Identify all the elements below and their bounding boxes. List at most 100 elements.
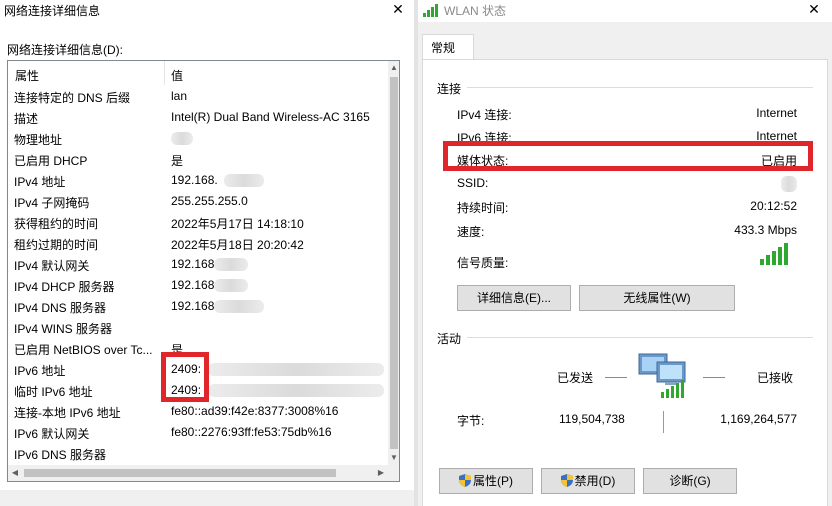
diagnose-button[interactable]: 诊断(G) [643, 468, 737, 494]
row-property: IPv6 默认网关 [14, 427, 90, 441]
details-list[interactable]: 属性 值 连接特定的 DNS 后缀 lan 描述 Intel(R) Dual Band… [7, 60, 400, 482]
left-titlebar: 网络连接详细信息 ✕ [0, 0, 414, 22]
horizontal-scrollbar[interactable]: ◀ ▶ [8, 465, 388, 481]
row-value: Intel(R) Dual Band Wireless-AC 3165 [171, 110, 370, 124]
duration-label: 持续时间: [457, 201, 509, 215]
bytes-separator [663, 411, 664, 433]
table-row[interactable]: 获得租约的时间 2022年5月17日 14:18:10 [8, 212, 388, 233]
row-value: fe80::ad39:f42e:8377:3008%16 [171, 404, 339, 418]
vertical-scrollbar[interactable]: ▲ ▼ [388, 61, 399, 465]
disable-button-label: 禁用(D) [574, 474, 616, 488]
row-value: fe80::2276:93ff:fe53:75db%16 [171, 425, 332, 439]
signal-quality-label: 信号质量: [457, 256, 509, 270]
table-row[interactable]: IPv6 默认网关 fe80::2276:93ff:fe53:75db%16 [8, 422, 388, 443]
details-button[interactable]: 详细信息(E)... [457, 285, 571, 311]
row-property: 租约过期的时间 [14, 238, 99, 252]
scroll-right-icon[interactable]: ▶ [374, 465, 388, 481]
table-row[interactable]: IPv4 DHCP 服务器 192.168 [8, 275, 388, 296]
shield-icon [560, 474, 573, 487]
column-header-property[interactable]: 属性 [15, 67, 39, 84]
network-computers-icon [638, 353, 686, 398]
row-value: 是 [171, 154, 184, 168]
row-property: 已启用 DHCP [14, 154, 88, 168]
list-header: 属性 值 [8, 61, 388, 85]
table-row[interactable]: IPv4 WINS 服务器 [8, 317, 388, 338]
general-panel: 连接 IPv4 连接: Internet IPv6 连接: Internet 媒… [422, 59, 828, 506]
row-property: 物理地址 [14, 133, 63, 147]
bytes-received-value: 1,169,264,577 [720, 412, 797, 426]
signal-strength-icon [760, 243, 788, 265]
details-list-label: 网络连接详细信息(D): [7, 43, 123, 57]
row-property: IPv6 地址 [14, 364, 66, 378]
table-row[interactable]: 连接特定的 DNS 后缀 lan [8, 86, 388, 107]
row-value: 192.168 [171, 299, 215, 313]
table-row[interactable]: 连接-本地 IPv6 地址 fe80::ad39:f42e:8377:3008%1… [8, 401, 388, 422]
wlan-status-body: 常规 连接 IPv4 连接: Internet IPv6 连接: Interne… [418, 22, 832, 506]
row-value: 192.168. [171, 173, 218, 187]
row-value: 192.168 [171, 278, 215, 292]
connection-group-title: 连接 [437, 82, 462, 96]
wireless-properties-button[interactable]: 无线属性(W) [579, 285, 735, 311]
close-icon[interactable]: ✕ [388, 0, 408, 20]
row-value: 255.255.255.0 [171, 194, 248, 208]
left-window-title: 网络连接详细信息 [4, 4, 101, 18]
table-row[interactable]: 租约过期的时间 2022年5月18日 20:20:42 [8, 233, 388, 254]
redacted-value [214, 300, 264, 313]
disable-button[interactable]: 禁用(D) [541, 468, 635, 494]
ssid-redacted [781, 176, 797, 192]
properties-button-label: 属性(P) [473, 474, 513, 488]
sent-dash [605, 377, 627, 378]
activity-group-title: 活动 [437, 332, 462, 346]
ipv6-highlight-box-right [443, 141, 813, 171]
ssid-label: SSID: [457, 176, 489, 190]
vertical-scroll-thumb[interactable] [390, 77, 398, 449]
row-value: 2022年5月17日 14:18:10 [171, 217, 304, 231]
received-label: 已接收 [757, 371, 794, 385]
redacted-value [171, 132, 193, 145]
redacted-value [214, 258, 248, 271]
row-property: IPv4 子网掩码 [14, 196, 90, 210]
redacted-value [224, 174, 264, 187]
column-divider[interactable] [164, 61, 165, 85]
wlan-status-window: WLAN 状态 ✕ 常规 连接 IPv4 连接: Internet IPv6 连… [418, 0, 832, 506]
table-row[interactable]: 物理地址 [8, 128, 388, 149]
horizontal-scroll-thumb[interactable] [24, 469, 336, 477]
redacted-value [208, 363, 384, 376]
row-property: 临时 IPv6 地址 [14, 385, 93, 399]
connection-group-line [467, 87, 813, 88]
row-property: 已启用 NetBIOS over Tc... [14, 343, 153, 357]
table-row[interactable]: IPv6 DNS 服务器 [8, 443, 388, 464]
duration-value: 20:12:52 [750, 199, 797, 213]
speed-label: 速度: [457, 225, 485, 239]
row-property: IPv4 默认网关 [14, 259, 90, 273]
details-rows: 连接特定的 DNS 后缀 lan 描述 Intel(R) Dual Band Wire… [8, 86, 388, 464]
received-dash [703, 377, 725, 378]
right-titlebar: WLAN 状态 ✕ [418, 0, 832, 22]
shield-icon [459, 474, 471, 487]
network-details-window: 网络连接详细信息 ✕ 网络连接详细信息(D): 属性 值 连接特定的 DNS 后… [0, 0, 414, 506]
row-property: IPv4 地址 [14, 175, 66, 189]
tab-general[interactable]: 常规 [422, 34, 474, 60]
table-row[interactable]: IPv4 DNS 服务器 192.168 [8, 296, 388, 317]
table-row[interactable]: 已启用 DHCP 是 [8, 149, 388, 170]
left-window-footer [0, 490, 414, 506]
row-property: 描述 [14, 112, 39, 126]
wifi-signal-icon [423, 4, 438, 17]
scroll-left-icon[interactable]: ◀ [8, 465, 22, 481]
scroll-down-icon[interactable]: ▼ [388, 451, 399, 465]
table-row[interactable]: IPv4 默认网关 192.168 [8, 254, 388, 275]
table-row[interactable]: 描述 Intel(R) Dual Band Wireless-AC 3165 [8, 107, 388, 128]
scroll-up-icon[interactable]: ▲ [388, 61, 399, 75]
table-row[interactable]: IPv4 子网掩码 255.255.255.0 [8, 191, 388, 212]
scroll-corner [388, 465, 399, 481]
redacted-value [214, 279, 248, 292]
sent-label: 已发送 [557, 371, 594, 385]
properties-button[interactable]: 属性(P) [439, 468, 533, 494]
table-row[interactable]: IPv4 地址 192.168. [8, 170, 388, 191]
redacted-value [208, 384, 384, 397]
close-icon[interactable]: ✕ [802, 0, 826, 20]
bytes-label: 字节: [457, 414, 485, 428]
column-header-value[interactable]: 值 [171, 67, 183, 84]
row-property: 获得租约的时间 [14, 217, 99, 231]
bytes-sent-value: 119,504,738 [559, 412, 625, 426]
